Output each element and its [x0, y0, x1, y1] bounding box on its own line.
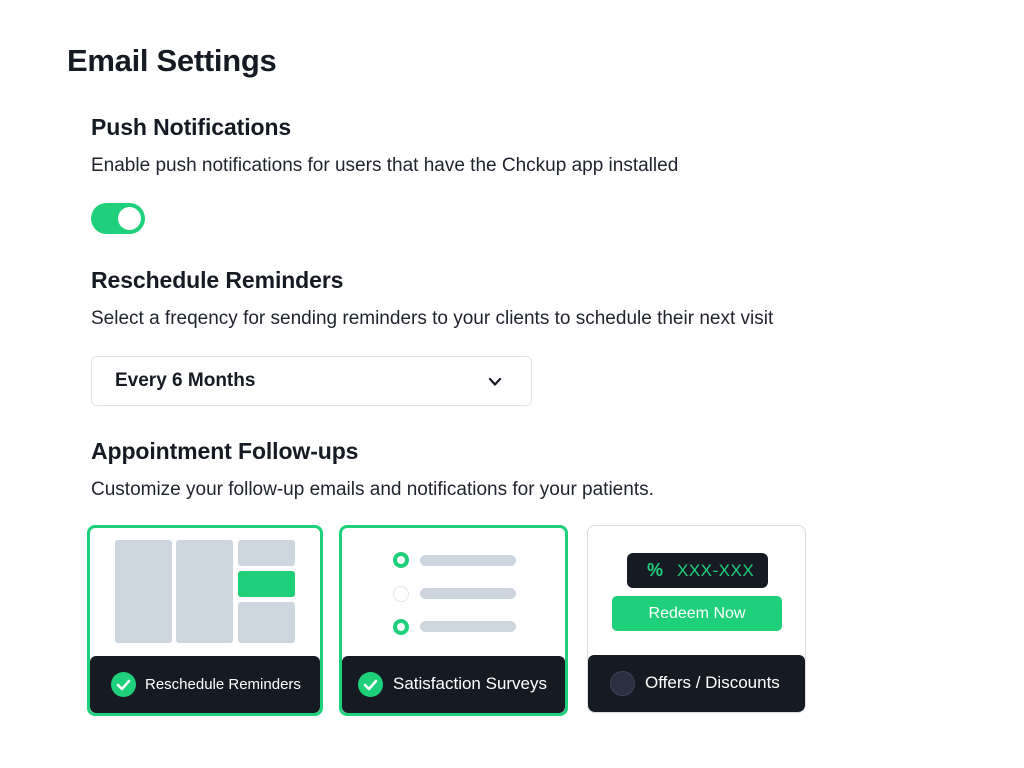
redeem-now-button[interactable]: Redeem Now — [612, 596, 782, 631]
radio-off-icon — [393, 586, 409, 602]
chevron-down-icon — [488, 377, 502, 386]
layout-highlight-block — [238, 571, 295, 597]
card-label: Reschedule Reminders — [145, 676, 301, 693]
reminder-frequency-value: Every 6 Months — [115, 370, 256, 391]
survey-option-line — [420, 588, 516, 599]
radio-on-icon — [393, 552, 409, 568]
survey-option-line — [420, 621, 516, 632]
reschedule-reminders-title: Reschedule Reminders — [91, 267, 344, 293]
layout-placeholder-block — [238, 540, 295, 566]
push-notifications-description: Enable push notifications for users that… — [91, 155, 679, 176]
reminder-frequency-select[interactable]: Every 6 Months — [91, 356, 532, 406]
layout-placeholder-block — [176, 540, 233, 643]
offers-discounts-card[interactable]: % XXX-XXX Redeem Now Offers / Discounts — [587, 525, 806, 713]
card-label: Offers / Discounts — [645, 673, 780, 692]
satisfaction-surveys-card[interactable]: Satisfaction Surveys — [339, 525, 568, 716]
reschedule-reminders-card[interactable]: Reschedule Reminders — [87, 525, 323, 716]
check-circle-icon — [111, 672, 136, 697]
radio-on-icon — [393, 619, 409, 635]
card-footer: Reschedule Reminders — [90, 656, 320, 713]
layout-placeholder-block — [238, 602, 295, 643]
layout-placeholder-block — [115, 540, 172, 643]
toggle-knob — [118, 207, 141, 230]
card-footer: Offers / Discounts — [588, 655, 805, 712]
card-label: Satisfaction Surveys — [393, 674, 548, 693]
reschedule-reminders-description: Select a freqency for sending reminders … — [91, 308, 774, 329]
push-notifications-title: Push Notifications — [91, 114, 292, 140]
push-notifications-toggle[interactable] — [91, 203, 145, 234]
card-footer: Satisfaction Surveys — [342, 656, 565, 713]
coupon-code: XXX-XXX — [677, 561, 755, 580]
appointment-followups-title: Appointment Follow-ups — [91, 438, 359, 464]
percent-icon: % — [647, 560, 664, 580]
coupon-code-pill: % XXX-XXX — [627, 553, 768, 588]
survey-option-line — [420, 555, 516, 566]
unchecked-circle-icon — [610, 671, 635, 696]
page-title: Email Settings — [67, 43, 277, 78]
appointment-followups-description: Customize your follow-up emails and noti… — [91, 479, 654, 500]
check-circle-icon — [358, 672, 383, 697]
